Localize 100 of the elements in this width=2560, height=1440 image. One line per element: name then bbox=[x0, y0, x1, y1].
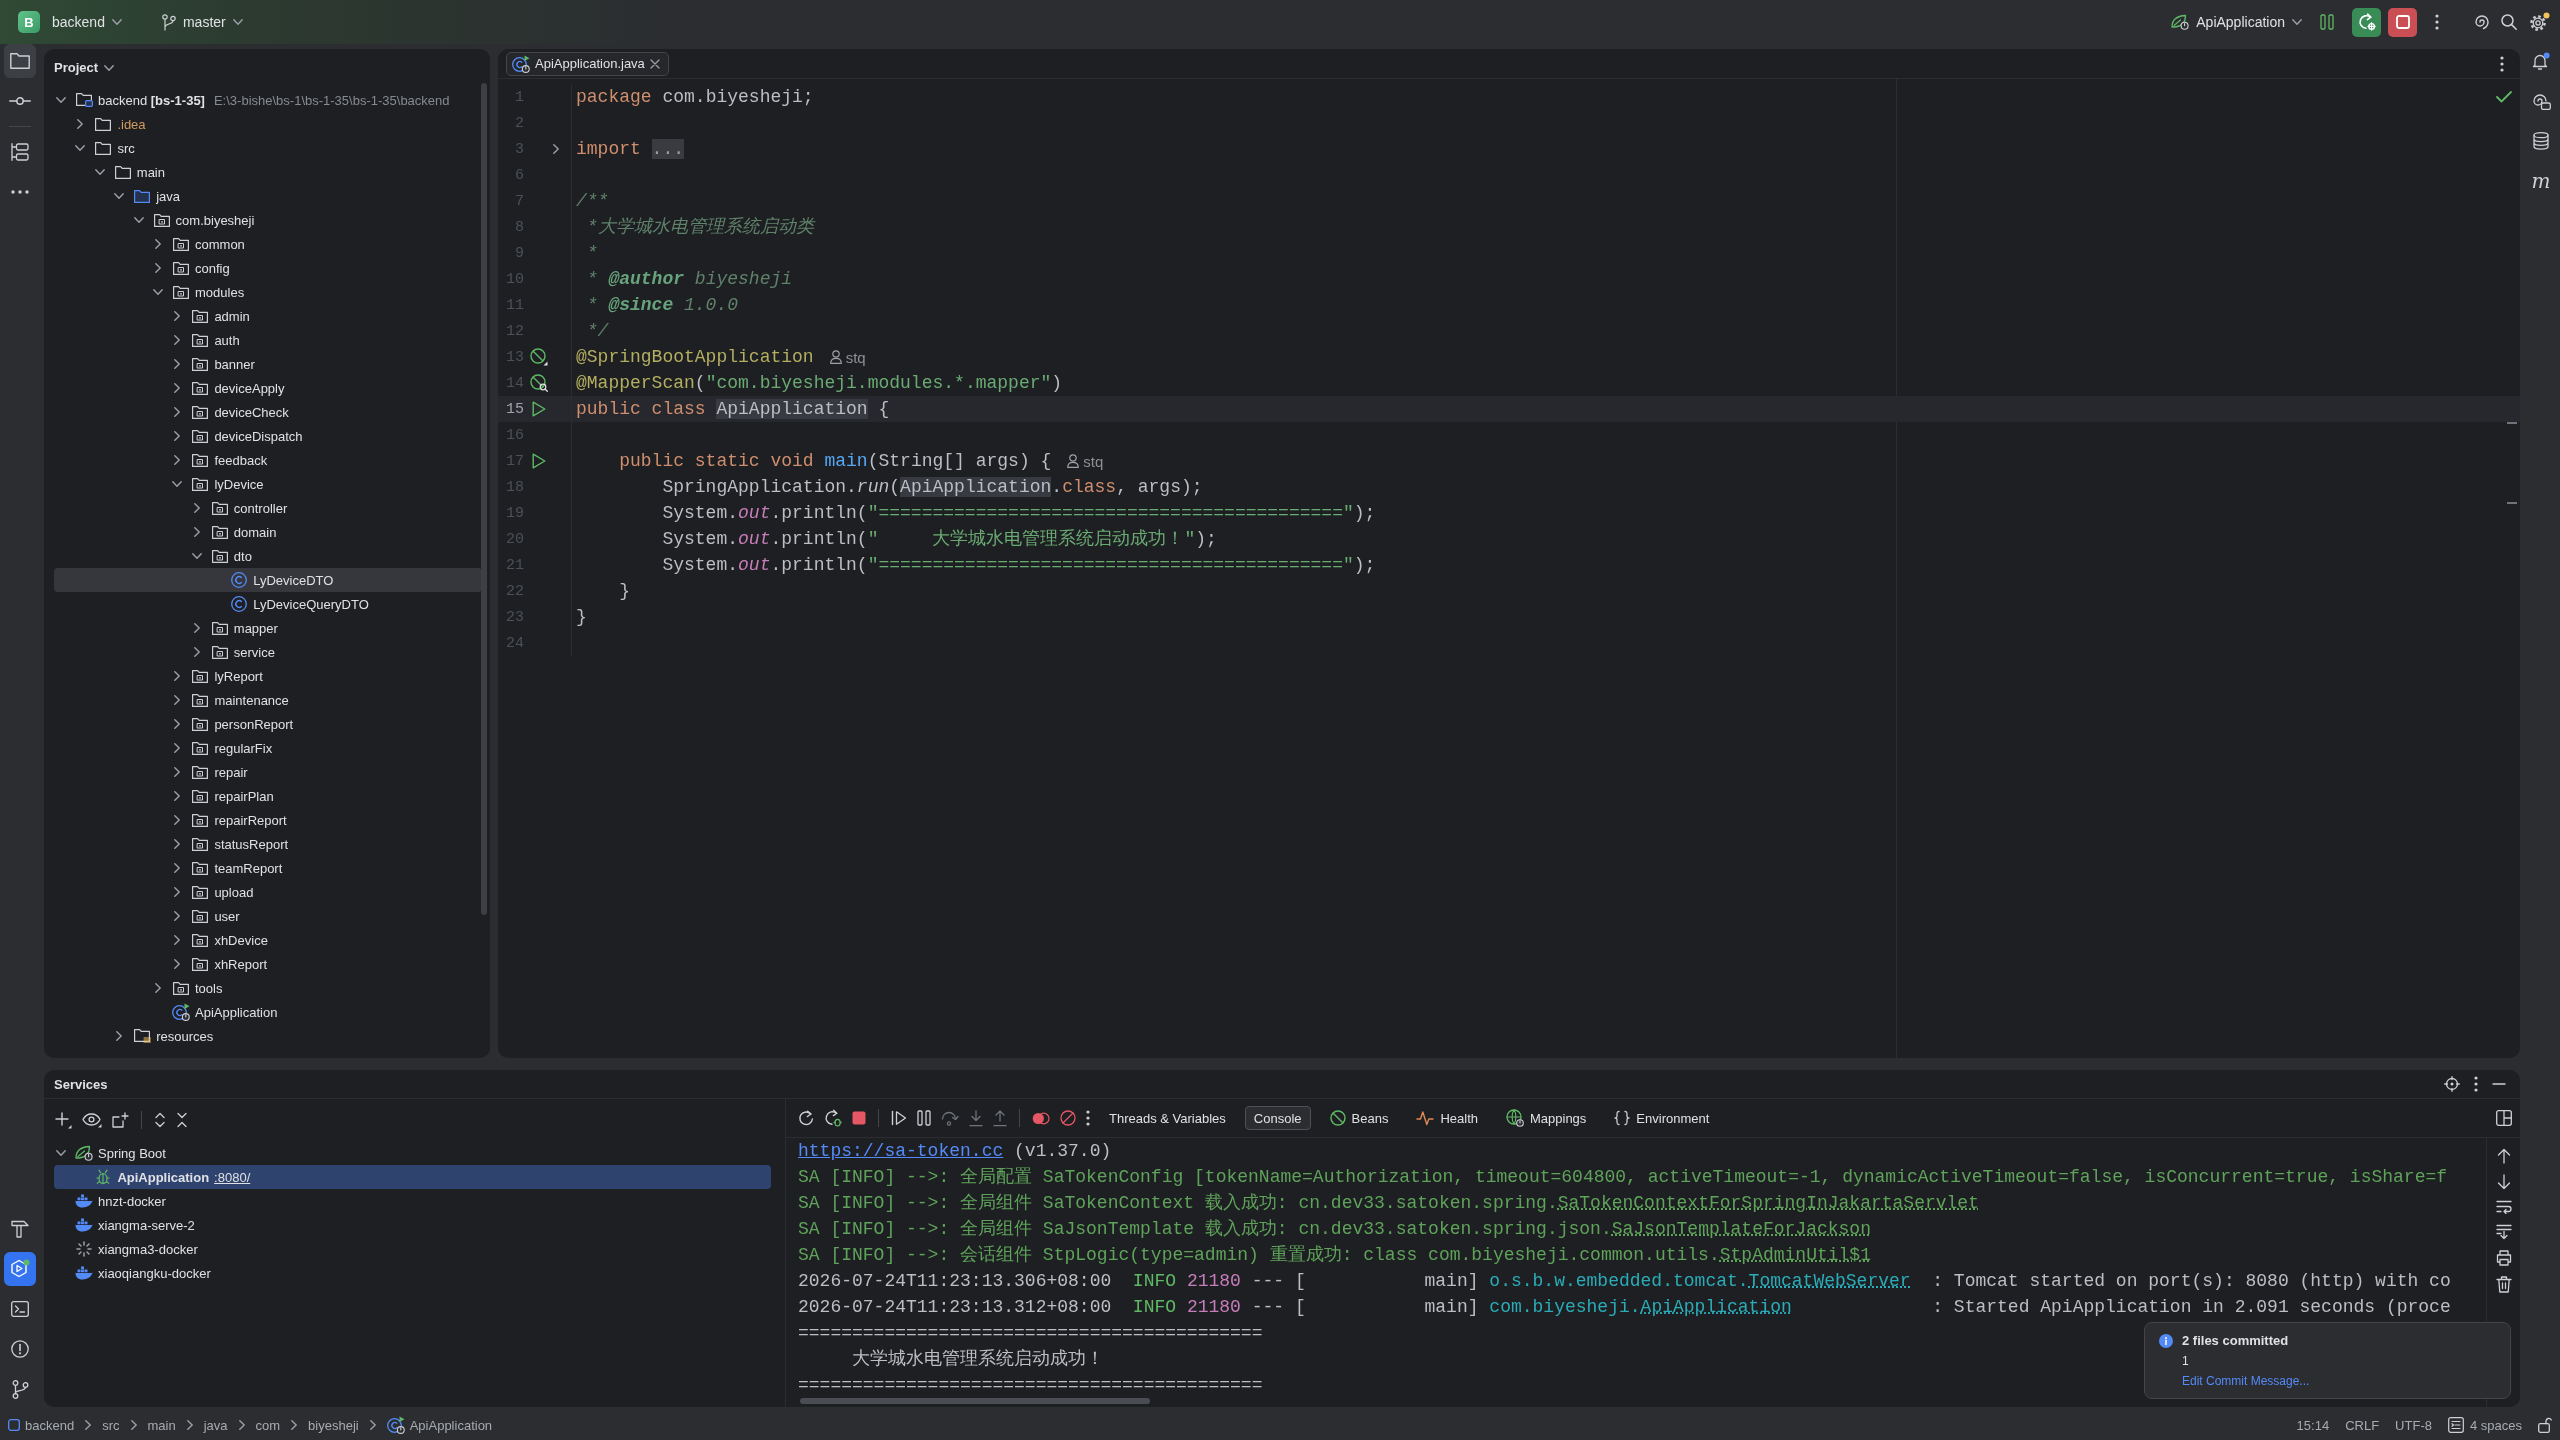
tree-item[interactable]: repair bbox=[54, 760, 482, 784]
chevron-icon[interactable] bbox=[174, 335, 181, 345]
spiral-icon[interactable] bbox=[2475, 14, 2489, 30]
tree-item[interactable]: banner bbox=[54, 352, 482, 376]
tab[interactable]: Mappings bbox=[1497, 1106, 1596, 1130]
square-plus-icon[interactable] bbox=[112, 1112, 129, 1128]
chevron-icon[interactable] bbox=[133, 217, 144, 223]
tree-item[interactable]: xhReport bbox=[54, 952, 482, 976]
double-circle-icon[interactable] bbox=[1032, 1111, 1050, 1125]
tab[interactable]: ApiApplication.java bbox=[506, 51, 669, 76]
breadcrumb-item[interactable]: com bbox=[255, 1417, 281, 1433]
chevron-icon[interactable] bbox=[174, 695, 181, 705]
chevron-icon[interactable] bbox=[155, 263, 161, 273]
tree-item[interactable]: domain bbox=[54, 520, 482, 544]
chevron-icon[interactable] bbox=[56, 97, 66, 103]
url-link[interactable]: https://sa-token.cc bbox=[798, 1141, 1004, 1161]
tree-item[interactable]: service bbox=[54, 640, 482, 664]
arrow-up-icon[interactable] bbox=[2496, 1148, 2511, 1164]
tab[interactable]: Threads & Variables bbox=[1100, 1106, 1235, 1130]
tree-item[interactable]: mapper bbox=[54, 616, 482, 640]
class-link[interactable]: StpAdminUtil$1 bbox=[1719, 1245, 1871, 1265]
chevron-icon[interactable] bbox=[114, 193, 125, 199]
rerun-debug-button[interactable] bbox=[2352, 7, 2381, 37]
arrow-down-bar-icon[interactable] bbox=[969, 1109, 983, 1127]
chevron-icon[interactable] bbox=[75, 145, 86, 151]
tree-item[interactable]: auth bbox=[54, 328, 482, 352]
minimize-icon[interactable] bbox=[2492, 1083, 2506, 1085]
tree-item[interactable]: personReport bbox=[54, 712, 482, 736]
settings-icon[interactable] bbox=[2529, 12, 2550, 32]
tool-window-button[interactable] bbox=[4, 1252, 36, 1286]
tree-item[interactable]: deviceApply bbox=[54, 376, 482, 400]
author-hint[interactable]: stq bbox=[1067, 452, 1104, 470]
chevron-icon[interactable] bbox=[193, 503, 200, 513]
tree-item[interactable]: tools bbox=[54, 976, 482, 1000]
chevron-icon[interactable] bbox=[174, 815, 181, 825]
chevron-icon[interactable] bbox=[193, 623, 200, 633]
chevron-icon[interactable] bbox=[155, 983, 161, 993]
tree-item[interactable]: feedback bbox=[54, 448, 482, 472]
breadcrumb-item[interactable]: src bbox=[102, 1417, 120, 1433]
tab[interactable]: Environment bbox=[1605, 1106, 1719, 1130]
class-link[interactable]: ApiApplication bbox=[1640, 1297, 1792, 1317]
tree-item[interactable]: src bbox=[54, 136, 482, 160]
chevron-icon[interactable] bbox=[193, 647, 200, 657]
stop-icon[interactable] bbox=[852, 1111, 866, 1125]
tree-item[interactable]: repairPlan bbox=[54, 784, 482, 808]
plus-icon[interactable] bbox=[55, 1111, 72, 1129]
chevron-icon[interactable] bbox=[174, 839, 181, 849]
chevron-icon[interactable] bbox=[153, 289, 163, 295]
tree-item[interactable]: regularFix bbox=[54, 736, 482, 760]
tree-item[interactable]: dto bbox=[54, 544, 482, 568]
chevron-icon[interactable] bbox=[174, 863, 181, 873]
caret-position[interactable]: 15:14 bbox=[2296, 1417, 2330, 1433]
chevron-icon[interactable] bbox=[553, 144, 559, 154]
stop-button[interactable] bbox=[2388, 7, 2417, 37]
crosshair-icon[interactable] bbox=[2444, 1076, 2460, 1092]
link[interactable]: Edit Commit Message... bbox=[2182, 1374, 2310, 1388]
branch-selector[interactable]: master bbox=[155, 9, 249, 35]
tree-item[interactable]: deviceCheck bbox=[54, 400, 482, 424]
tree-item[interactable]: xiaoqiangku-docker bbox=[54, 1261, 771, 1285]
tree-item[interactable]: Spring Boot bbox=[54, 1141, 771, 1165]
more-icon[interactable] bbox=[1086, 1110, 1090, 1126]
tree-item[interactable]: repairReport bbox=[54, 808, 482, 832]
tab[interactable]: Console bbox=[1244, 1106, 1311, 1130]
breadcrumb-item[interactable]: ApiApplication bbox=[386, 1416, 493, 1434]
tree-item[interactable]: lyDevice bbox=[54, 472, 482, 496]
arrow-down-lines-icon[interactable] bbox=[2495, 1224, 2512, 1240]
expand-icon[interactable] bbox=[154, 1112, 166, 1128]
project-selector[interactable]: backend bbox=[46, 10, 128, 34]
tree-item[interactable]: ApiApplication :8080/ bbox=[54, 1165, 771, 1189]
tree-item[interactable]: LyDeviceDTO bbox=[54, 568, 482, 592]
tree-item[interactable]: teamReport bbox=[54, 856, 482, 880]
file-encoding[interactable]: UTF-8 bbox=[2395, 1417, 2432, 1433]
tree-item[interactable]: controller bbox=[54, 496, 482, 520]
breadcrumb-item[interactable]: java bbox=[203, 1417, 228, 1433]
class-link[interactable]: SaTokenContextForSpringInJakartaServlet bbox=[1557, 1193, 1979, 1213]
chevron-icon[interactable] bbox=[174, 671, 181, 681]
tree-item[interactable]: resources bbox=[54, 1024, 482, 1048]
tool-window-button[interactable] bbox=[4, 44, 36, 78]
lock-icon[interactable] bbox=[2538, 1417, 2552, 1433]
chevron-icon[interactable] bbox=[174, 911, 181, 921]
chevron-icon[interactable] bbox=[191, 553, 202, 559]
class-link[interactable]: SaJsonTemplateForJackson bbox=[1611, 1219, 1871, 1239]
breadcrumb-item[interactable]: backend bbox=[8, 1417, 75, 1433]
chevron-icon[interactable] bbox=[172, 481, 183, 487]
tree-item[interactable]: config bbox=[54, 256, 482, 280]
tree-item[interactable]: statusReport bbox=[54, 832, 482, 856]
more-icon[interactable] bbox=[2474, 1076, 2478, 1092]
tree-item[interactable]: hnzt-docker bbox=[54, 1189, 771, 1213]
tree-item[interactable]: backend [bs-1-35] E:\3-bishe\bs-1\bs-1-35\bs-1-35\backend bbox=[54, 88, 482, 112]
more-icon[interactable] bbox=[2500, 55, 2504, 72]
chevron-icon[interactable] bbox=[155, 239, 161, 249]
tree-item[interactable]: maintenance bbox=[54, 688, 482, 712]
tree-item[interactable]: user bbox=[54, 904, 482, 928]
breadcrumb-item[interactable]: biyesheji bbox=[308, 1417, 359, 1433]
chevron-icon[interactable] bbox=[174, 383, 181, 393]
tree-item[interactable]: com.biyesheji bbox=[54, 208, 482, 232]
tree-item[interactable]: ApiApplication bbox=[54, 1000, 482, 1024]
scrollbar[interactable] bbox=[481, 83, 487, 915]
tree-item[interactable]: LyDeviceQueryDTO bbox=[54, 592, 482, 616]
tree-item[interactable]: modules bbox=[54, 280, 482, 304]
